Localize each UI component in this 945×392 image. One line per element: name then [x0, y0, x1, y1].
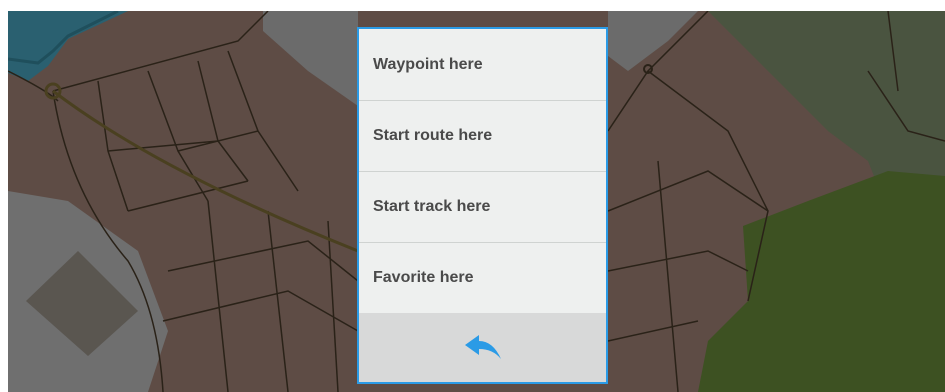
menu-item-label: Waypoint here — [373, 55, 483, 73]
menu-item-start-track-here[interactable]: Start track here — [359, 172, 606, 243]
back-button[interactable] — [359, 313, 606, 382]
grey-area-top — [263, 11, 358, 106]
menu-item-start-route-here[interactable]: Start route here — [359, 101, 606, 172]
menu-item-label: Start track here — [373, 198, 491, 215]
menu-item-label: Favorite here — [373, 269, 474, 286]
back-arrow-icon — [464, 334, 501, 359]
menu-item-label: Start route here — [373, 127, 493, 144]
menu-item-waypoint-here[interactable]: Waypoint here — [359, 29, 606, 101]
menu-item-favorite-here[interactable]: Favorite here — [359, 243, 606, 313]
water-area — [8, 11, 128, 81]
grey-area-right-top — [608, 11, 698, 71]
park-area — [698, 171, 945, 392]
context-menu: Waypoint here Start route here Start tra… — [357, 27, 608, 384]
